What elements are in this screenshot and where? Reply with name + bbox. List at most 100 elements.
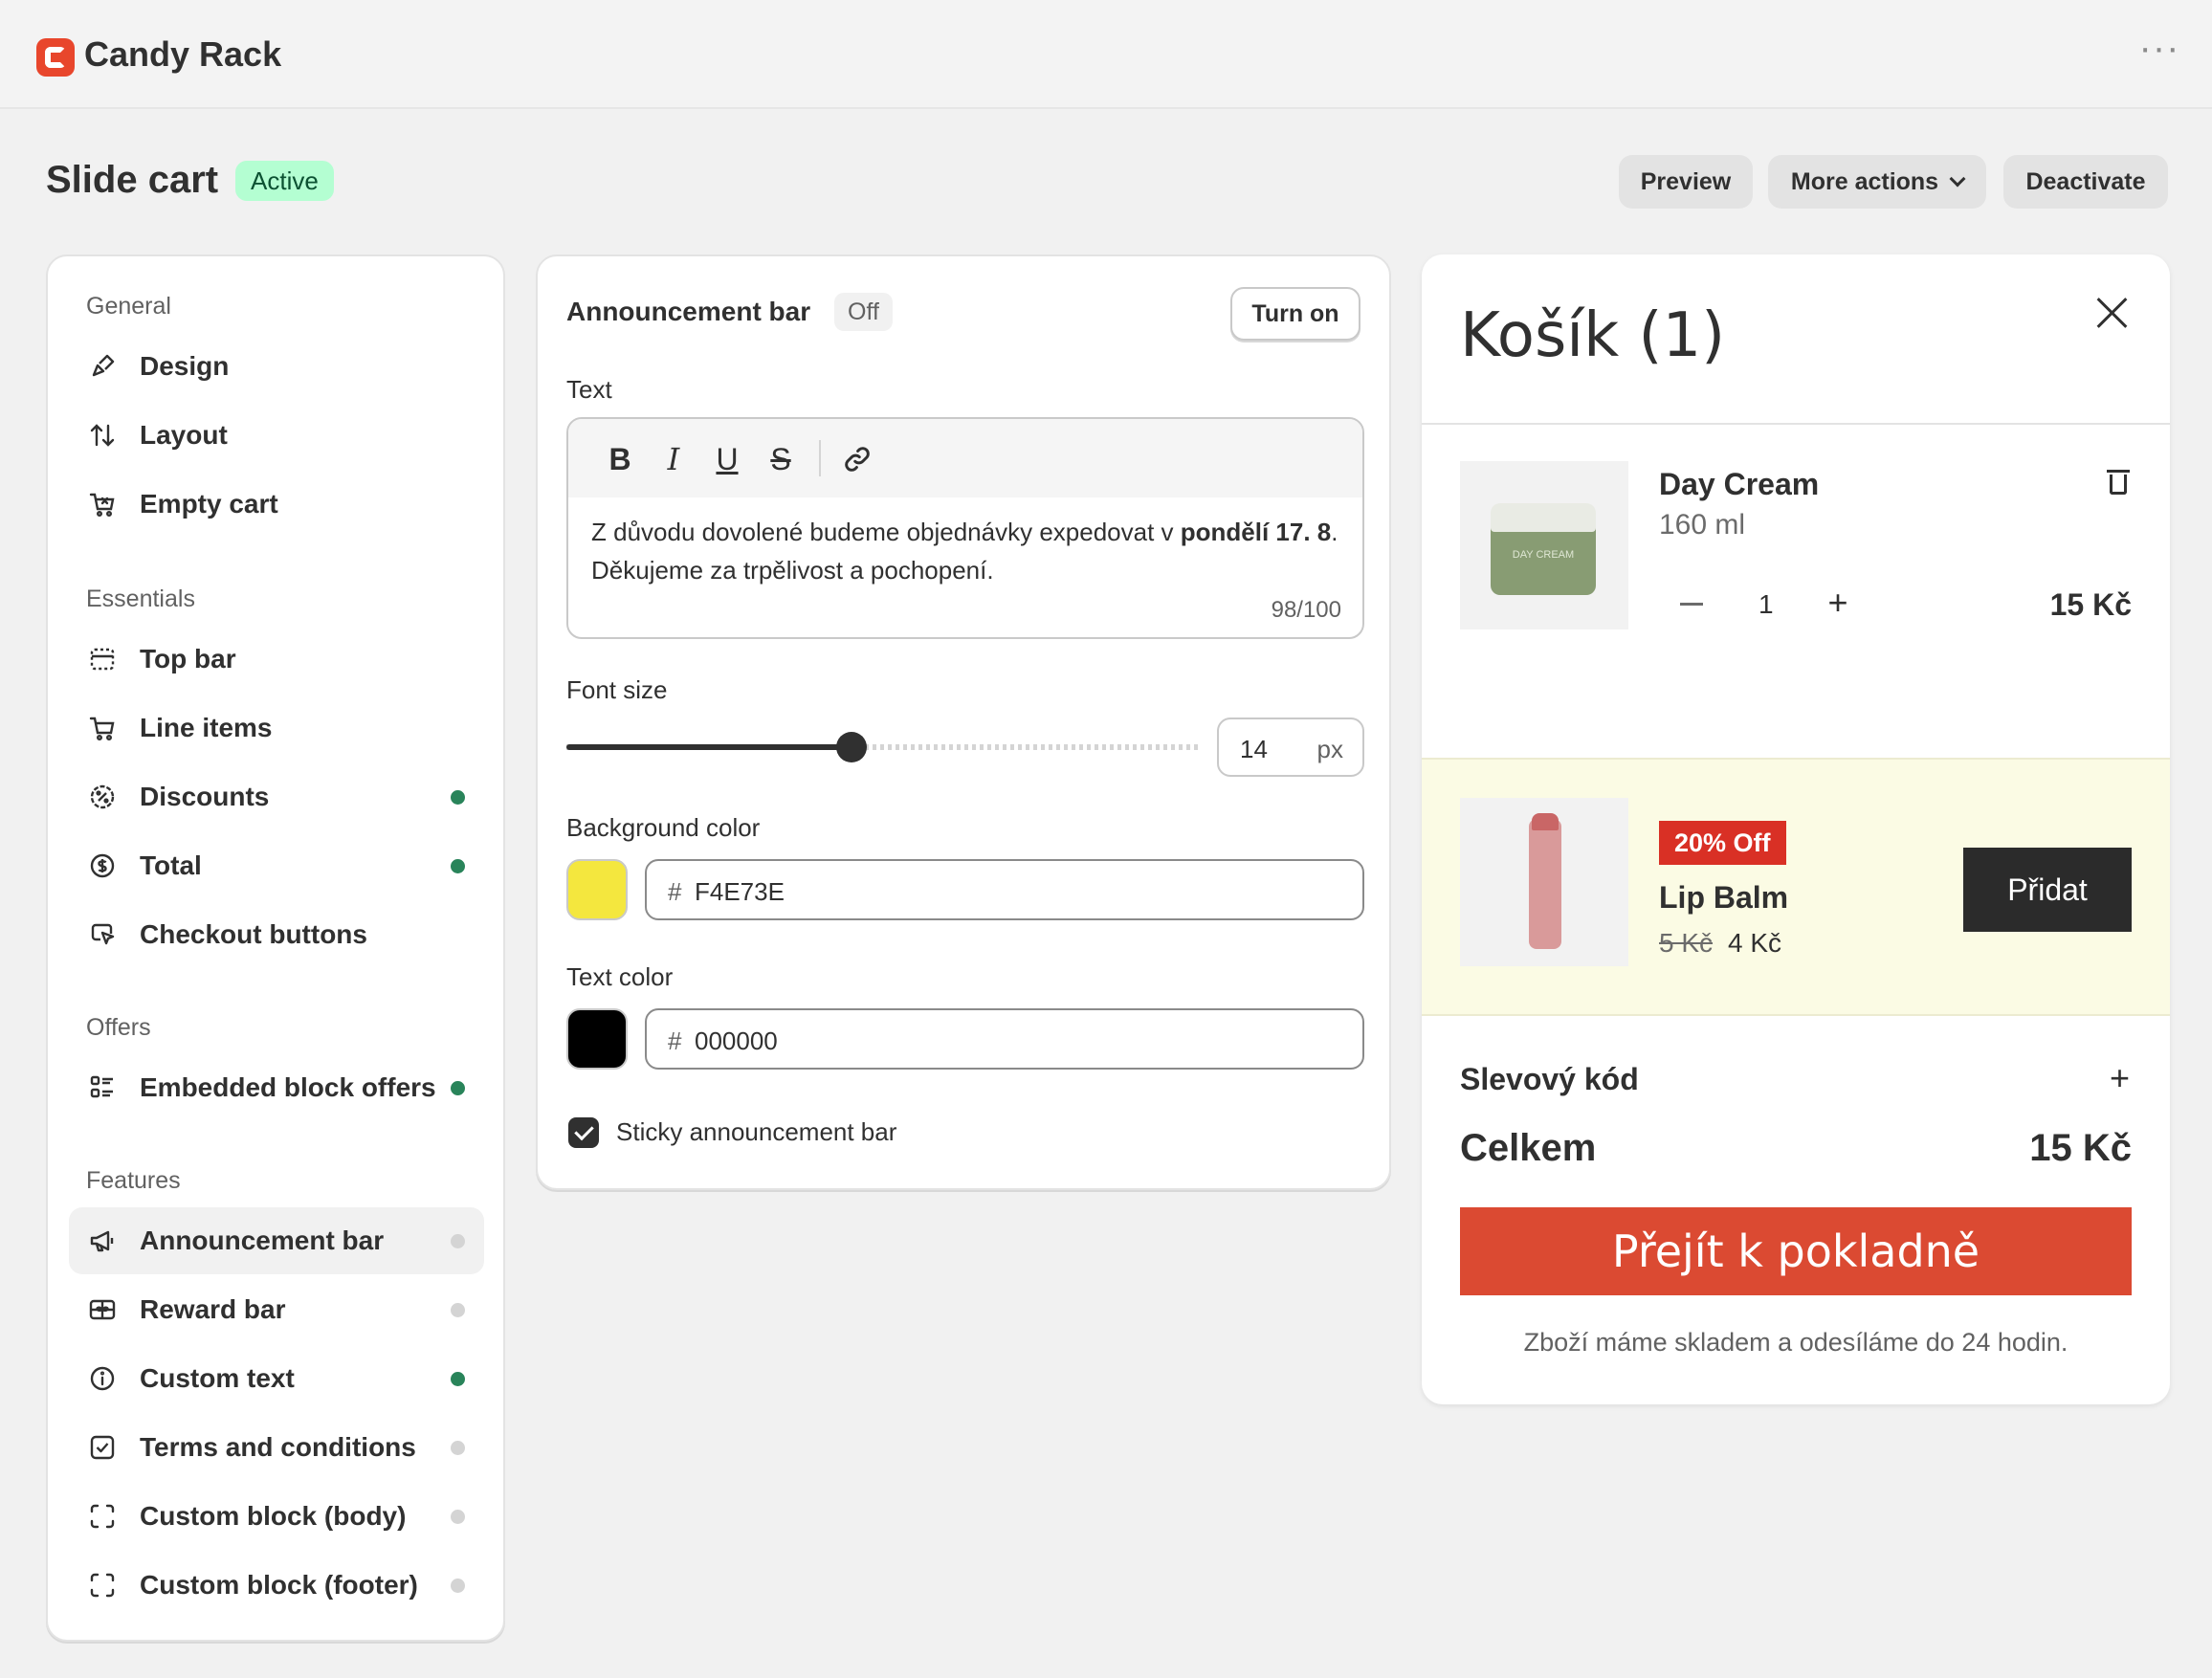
discount-code-label[interactable]: Slevový kód [1460, 1062, 1639, 1097]
hash-prefix: # [668, 877, 682, 906]
sidebar-item-discounts[interactable]: Discounts [69, 763, 484, 830]
sidebar-item-embedded-block-offers[interactable]: Embedded block offers [69, 1054, 484, 1121]
sidebar-item-custom-block-body[interactable]: Custom block (body) [69, 1483, 484, 1550]
disabled-dot [451, 1510, 465, 1524]
sidebar-item-total[interactable]: Total [69, 832, 484, 899]
divider [1422, 423, 2170, 425]
text-plain-1: Z důvodu dovolené budeme objednávky expe… [591, 518, 1181, 546]
checkbox-icon [88, 1433, 117, 1462]
section-label-essentials: Essentials [86, 585, 195, 612]
sidebar-item-label: Reward bar [140, 1294, 286, 1324]
deactivate-button[interactable]: Deactivate [2003, 155, 2168, 209]
text-label: Text [566, 375, 612, 404]
sidebar-item-top-bar[interactable]: Top bar [69, 626, 484, 693]
editor-toolbar: B I U S [568, 419, 1362, 497]
close-icon[interactable] [2095, 295, 2130, 329]
dashed-box-icon [88, 1502, 117, 1531]
dollar-icon [88, 851, 117, 880]
sidebar-item-checkout-buttons[interactable]: Checkout buttons [69, 901, 484, 968]
paintbrush-icon [88, 352, 117, 381]
sidebar-item-label: Announcement bar [140, 1225, 385, 1255]
line-price: 15 Kč [2049, 587, 2132, 622]
more-actions-button[interactable]: More actions [1768, 155, 1986, 209]
sidebar-item-line-items[interactable]: Line items [69, 695, 484, 762]
character-count: 98/100 [1271, 597, 1341, 623]
chevron-down-icon [1949, 170, 1966, 188]
text-color-label: Text color [566, 962, 674, 991]
bold-icon[interactable]: B [601, 440, 639, 478]
sidebar-item-label: Design [140, 351, 230, 381]
add-upsell-button[interactable]: Přidat [1963, 848, 2132, 932]
quantity-value: 1 [1759, 589, 1774, 619]
trash-icon[interactable] [2107, 467, 2130, 496]
font-size-input[interactable]: 14 px [1217, 718, 1364, 777]
sidebar-item-label: Checkout buttons [140, 919, 367, 949]
preview-button-label: Preview [1640, 168, 1732, 195]
page-title: Slide cart [46, 159, 219, 201]
strikethrough-icon[interactable]: S [762, 440, 800, 478]
candy-rack-logo-icon [36, 38, 75, 77]
sidebar-item-label: Custom block (footer) [140, 1570, 418, 1600]
preview-button[interactable]: Preview [1619, 155, 1753, 209]
minus-icon[interactable] [1680, 603, 1703, 606]
editor-content[interactable]: Z důvodu dovolené budeme objednávky expe… [591, 513, 1347, 589]
sidebar-item-announcement-bar[interactable]: Announcement bar [69, 1207, 484, 1274]
cream-jar-image: DAY CREAM [1491, 503, 1596, 595]
sidebar-item-custom-text[interactable]: Custom text [69, 1345, 484, 1412]
sidebar-item-label: Top bar [140, 644, 236, 673]
disabled-dot [451, 1303, 465, 1317]
disabled-dot [451, 1579, 465, 1593]
text-color-value: 000000 [695, 1027, 778, 1055]
sidebar-item-design[interactable]: Design [69, 333, 484, 400]
bg-color-label: Background color [566, 813, 761, 842]
plus-icon[interactable]: + [2110, 1058, 2130, 1098]
old-price: 5 Kč [1659, 928, 1714, 958]
product-name: Day Cream [1659, 467, 1820, 501]
bg-color-input[interactable]: # F4E73E [645, 859, 1364, 920]
status-badge: Off [834, 293, 893, 331]
underline-icon[interactable]: U [708, 440, 746, 478]
bg-color-swatch[interactable] [566, 859, 628, 920]
deactivate-button-label: Deactivate [2025, 168, 2146, 195]
cart-preview: Košík (1) DAY CREAM Day Cream 160 ml 1 +… [1422, 254, 2170, 1404]
font-size-value: 14 [1240, 735, 1268, 763]
section-label-general: General [86, 293, 171, 320]
link-icon[interactable] [838, 440, 876, 478]
font-size-slider[interactable] [566, 732, 1200, 762]
upsell-name: Lip Balm [1659, 880, 1789, 915]
sidebar-item-terms-and-conditions[interactable]: Terms and conditions [69, 1414, 484, 1481]
sidebar-item-label: Line items [140, 713, 273, 742]
sidebar-item-layout[interactable]: Layout [69, 402, 484, 469]
lip-balm-image [1529, 813, 1561, 949]
sticky-label: Sticky announcement bar [616, 1117, 897, 1146]
shipping-note: Zboží máme skladem a odesíláme do 24 hod… [1523, 1328, 2068, 1357]
slider-handle[interactable] [835, 732, 867, 762]
plus-icon[interactable]: + [1824, 585, 1852, 620]
enabled-dot [451, 1081, 465, 1095]
checkout-button[interactable]: Přejít k pokladně [1460, 1207, 2132, 1295]
status-badge: Active [235, 161, 334, 201]
sticky-checkbox[interactable] [568, 1117, 599, 1148]
sidebar-item-reward-bar[interactable]: Reward bar [69, 1276, 484, 1343]
upsell-image [1460, 798, 1628, 966]
arrows-updown-icon [88, 421, 117, 450]
turn-on-button[interactable]: Turn on [1230, 287, 1360, 341]
sidebar-item-label: Layout [140, 420, 228, 450]
enabled-dot [451, 790, 465, 805]
more-options-icon[interactable]: ··· [2135, 29, 2183, 77]
font-size-label: Font size [566, 675, 668, 704]
sidebar-item-empty-cart[interactable]: Empty cart [69, 471, 484, 538]
product-variant: 160 ml [1659, 509, 1746, 541]
announcement-bar-settings: Announcement bar Off Turn on Text B I U … [536, 254, 1391, 1190]
bg-color-value: F4E73E [695, 877, 785, 906]
megaphone-icon [88, 1226, 117, 1255]
font-size-unit: px [1316, 735, 1343, 763]
italic-icon[interactable]: I [654, 440, 693, 478]
sidebar-item-label: Total [140, 850, 202, 880]
sidebar-item-label: Custom block (body) [140, 1501, 407, 1531]
rich-text-editor[interactable]: B I U S Z důvodu dovolené budeme objedná… [566, 417, 1364, 639]
text-color-swatch[interactable] [566, 1008, 628, 1070]
sidebar-item-label: Discounts [140, 782, 270, 811]
text-color-input[interactable]: # 000000 [645, 1008, 1364, 1070]
sidebar-item-custom-block-footer[interactable]: Custom block (footer) [69, 1552, 484, 1619]
